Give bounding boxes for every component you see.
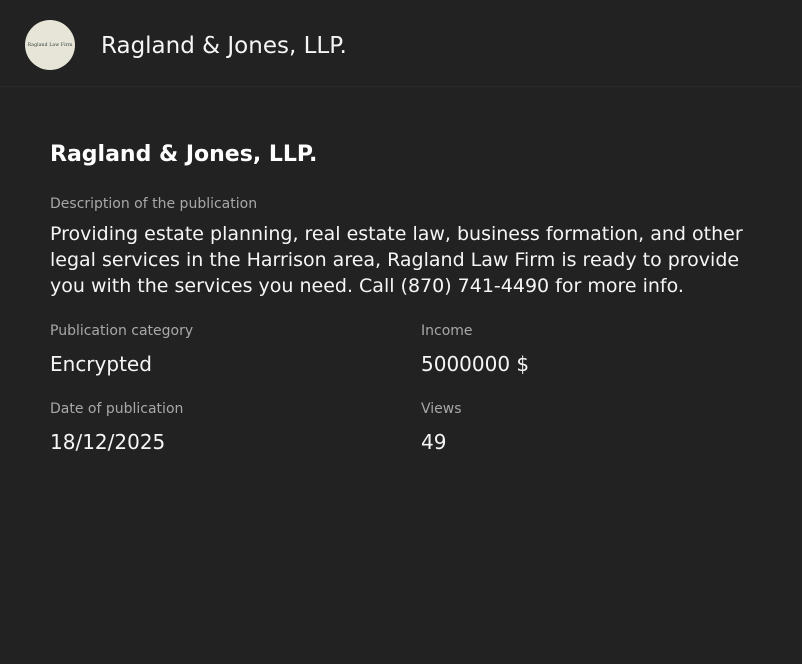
date-value: 18/12/2025 bbox=[50, 430, 166, 454]
views-value: 49 bbox=[421, 430, 447, 454]
publication-description: Providing estate planning, real estate l… bbox=[50, 223, 743, 297]
description-label: Description of the publication bbox=[50, 196, 258, 212]
firm-logo-icon[interactable]: Ragland Law Firm bbox=[25, 20, 75, 70]
income-value: 5000000 $ bbox=[421, 352, 530, 376]
logo-text: Ragland Law Firm bbox=[27, 42, 73, 48]
category-field: Publication category Encrypted bbox=[50, 322, 421, 376]
publication-meta-grid: Publication category Encrypted Income 50… bbox=[50, 322, 752, 454]
publication-title: Ragland & Jones, LLP. bbox=[50, 142, 318, 167]
category-label: Publication category bbox=[50, 323, 194, 339]
publication-details: Ragland & Jones, LLP. Description of the… bbox=[50, 141, 752, 454]
header-title: Ragland & Jones, LLP. bbox=[101, 33, 347, 59]
views-field: Views 49 bbox=[421, 400, 721, 454]
date-field: Date of publication 18/12/2025 bbox=[50, 400, 421, 454]
publication-page: Ragland Law Firm Ragland & Jones, LLP. R… bbox=[0, 0, 802, 664]
page-header: Ragland Law Firm Ragland & Jones, LLP. bbox=[0, 0, 802, 87]
category-value: Encrypted bbox=[50, 352, 152, 376]
date-label: Date of publication bbox=[50, 401, 184, 417]
income-field: Income 5000000 $ bbox=[421, 322, 721, 376]
views-label: Views bbox=[421, 401, 462, 417]
income-label: Income bbox=[421, 323, 473, 339]
